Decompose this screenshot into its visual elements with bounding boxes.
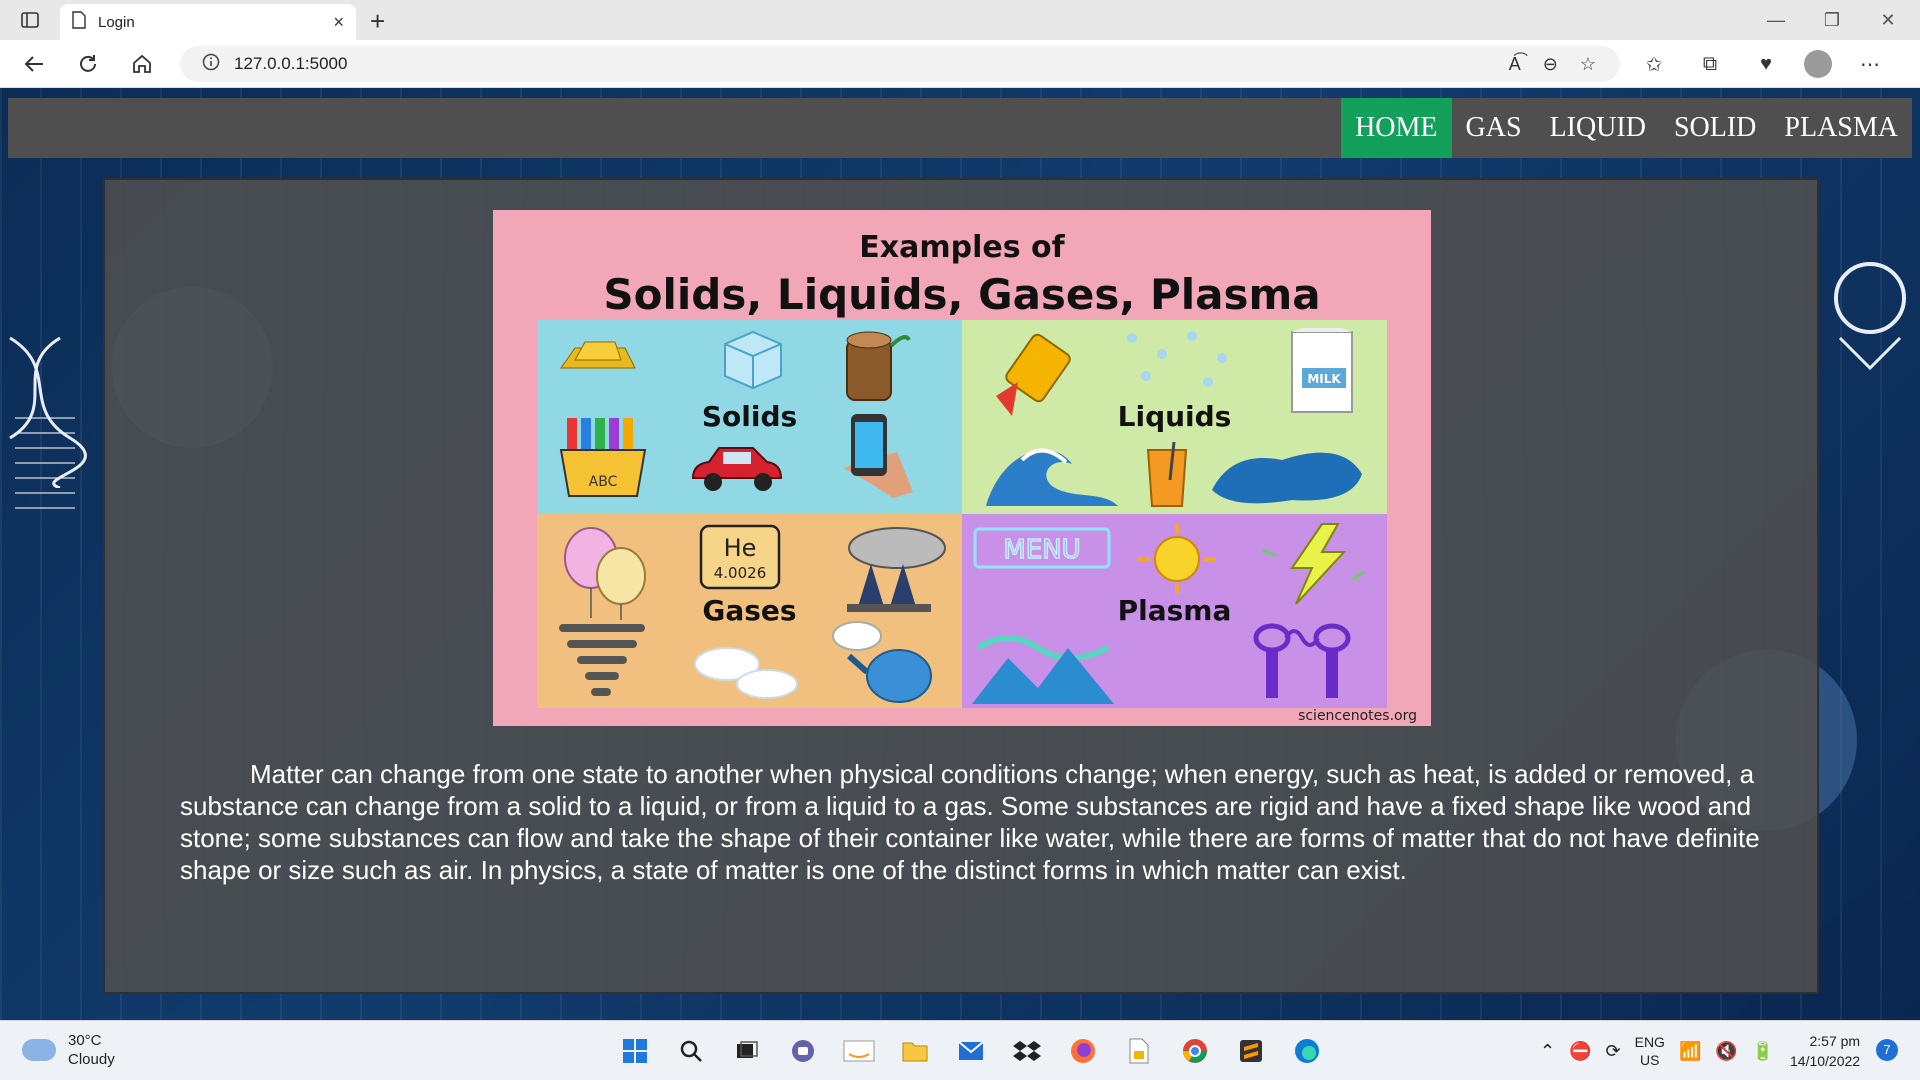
minimize-icon[interactable]: — [1748,4,1804,36]
clouds-icon [694,647,798,699]
figure-heading-large: Solids, Liquids, Gases, Plasma [603,270,1321,319]
dna-helix-decoration [9,336,87,488]
chrome-icon[interactable] [1174,1031,1216,1071]
ocean-wave-icon [986,448,1118,506]
windows-taskbar: 30°C Cloudy ⌃ ⛔ ⟳ ENG US 📶 🔇 🔋 2:57 pm 1… [0,1020,1920,1080]
browser-tab[interactable]: Login × [60,4,356,40]
crayon-box-text: ABC [589,474,618,490]
juice-glass-icon [1146,441,1188,507]
url-text[interactable]: 127.0.0.1:5000 [234,54,347,74]
profile-avatar[interactable] [1804,50,1832,78]
nav-solid[interactable]: SOLID [1660,98,1770,158]
neon-menu-text: MENU [1003,535,1080,565]
amazon-app-icon[interactable] [838,1031,880,1071]
show-hidden-icons-chevron-icon[interactable]: ⌃ [1540,1041,1555,1062]
weather-widget[interactable]: 30°C Cloudy [22,1031,115,1069]
new-tab-button[interactable]: + [370,6,385,37]
language-code: ENG [1634,1034,1665,1050]
sun-icon [1138,524,1216,594]
liquids-quadrant: MILK Liquids [962,320,1387,514]
weather-temperature: 30°C [68,1032,102,1049]
window-close-icon[interactable]: ✕ [1860,4,1916,36]
teams-chat-icon[interactable] [782,1031,824,1071]
favorites-icon[interactable]: ✩ [1636,48,1672,80]
cloud-icon [22,1039,56,1061]
red-car-icon [691,447,783,491]
water-puddle-icon [1212,452,1362,504]
plasma-quadrant: MENU Plasma [962,514,1387,708]
mail-icon[interactable] [950,1031,992,1071]
browser-essentials-icon[interactable]: ♥ [1748,48,1784,80]
gold-bars-icon [560,341,636,369]
page-background: HOME GAS LIQUID SOLID PLASMA Examples of… [0,88,1920,1020]
add-favorite-icon[interactable]: ☆ [1580,54,1596,75]
firefox-icon[interactable] [1062,1031,1104,1071]
edge-icon[interactable] [1286,1031,1328,1071]
gases-quadrant: He 4.0026 Gases [537,514,962,708]
region-code: US [1640,1052,1660,1068]
page-icon [72,10,86,34]
aurora-mountains-icon [972,635,1114,704]
content-panel: Examples of Solids, Liquids, Gases, Plas… [103,178,1819,994]
neon-menu-sign-icon: MENU [973,527,1111,569]
liquids-label: Liquids [1117,400,1232,433]
helium-symbol-text: He [724,534,757,562]
security-alert-icon[interactable]: ⛔ [1569,1041,1591,1062]
tab-title: Login [98,13,135,31]
site-navbar: HOME GAS LIQUID SOLID PLASMA [8,98,1912,158]
weather-condition: Cloudy [68,1051,115,1068]
task-view-icon[interactable] [726,1031,768,1071]
image-credit: sciencenotes.org [1298,708,1417,724]
ice-cube-icon [724,330,782,390]
file-explorer-icon[interactable] [894,1031,936,1071]
reload-icon[interactable] [72,48,104,80]
home-icon[interactable] [126,48,158,80]
tornado-icon [559,624,645,696]
search-icon[interactable] [670,1031,712,1071]
figure-heading-small: Examples of [859,230,1065,265]
notification-badge[interactable]: 7 [1876,1039,1898,1061]
flask-decoration [1834,262,1906,371]
nav-plasma[interactable]: PLASMA [1770,98,1912,158]
browser-tab-strip: Login × + — ❐ ✕ [0,0,1920,40]
solids-quadrant: Solids ABC [537,320,962,514]
info-icon[interactable] [202,53,220,76]
kettle-steam-icon [832,621,932,703]
rain-drops-icon [1127,331,1227,387]
wood-log-icon [846,331,911,401]
smartphone-icon [843,414,913,498]
tab-actions-icon[interactable] [16,8,44,32]
states-of-matter-image: Examples of Solids, Liquids, Gases, Plas… [493,210,1431,726]
zoom-out-icon[interactable]: ⊖ [1543,54,1558,75]
battery-icon[interactable]: 🔋 [1752,1041,1774,1062]
restore-icon[interactable]: ❐ [1804,4,1860,36]
browser-toolbar: 127.0.0.1:5000 A͡ ⊖ ☆ ✩ ⧉ ♥ ⋯ [0,40,1920,88]
crayon-box-icon: ABC [559,418,647,497]
input-language[interactable]: ENG US [1635,1033,1665,1069]
close-tab-icon[interactable]: × [333,12,344,33]
collections-icon[interactable]: ⧉ [1692,48,1728,80]
clock-time: 2:57 pm [1809,1033,1861,1049]
wifi-icon[interactable]: 📶 [1679,1041,1701,1062]
milk-carton-text: MILK [1307,372,1341,386]
helium-mass-text: 4.0026 [714,564,767,582]
dropbox-icon[interactable] [1006,1031,1048,1071]
nav-liquid[interactable]: LIQUID [1536,98,1660,158]
back-arrow-icon[interactable] [18,48,50,80]
intro-paragraph: Matter can change from one state to anot… [180,759,1760,885]
speaker-muted-icon[interactable]: 🔇 [1715,1041,1737,1062]
document-app-icon[interactable] [1118,1031,1160,1071]
nav-home[interactable]: HOME [1341,98,1452,158]
sublime-text-icon[interactable] [1230,1031,1272,1071]
more-options-icon[interactable]: ⋯ [1852,48,1888,80]
system-clock[interactable]: 2:57 pm 14/10/2022 [1790,1031,1860,1071]
nav-gas[interactable]: GAS [1452,98,1536,158]
address-bar[interactable]: 127.0.0.1:5000 A͡ ⊖ ☆ [180,46,1620,82]
sync-icon[interactable]: ⟳ [1606,1041,1621,1062]
start-windows-icon[interactable] [614,1031,656,1071]
read-aloud-icon[interactable]: A͡ [1509,54,1521,75]
helium-element-icon: He 4.0026 [699,524,781,590]
tesla-coil-icon [1253,623,1351,698]
clock-date: 14/10/2022 [1790,1053,1861,1069]
